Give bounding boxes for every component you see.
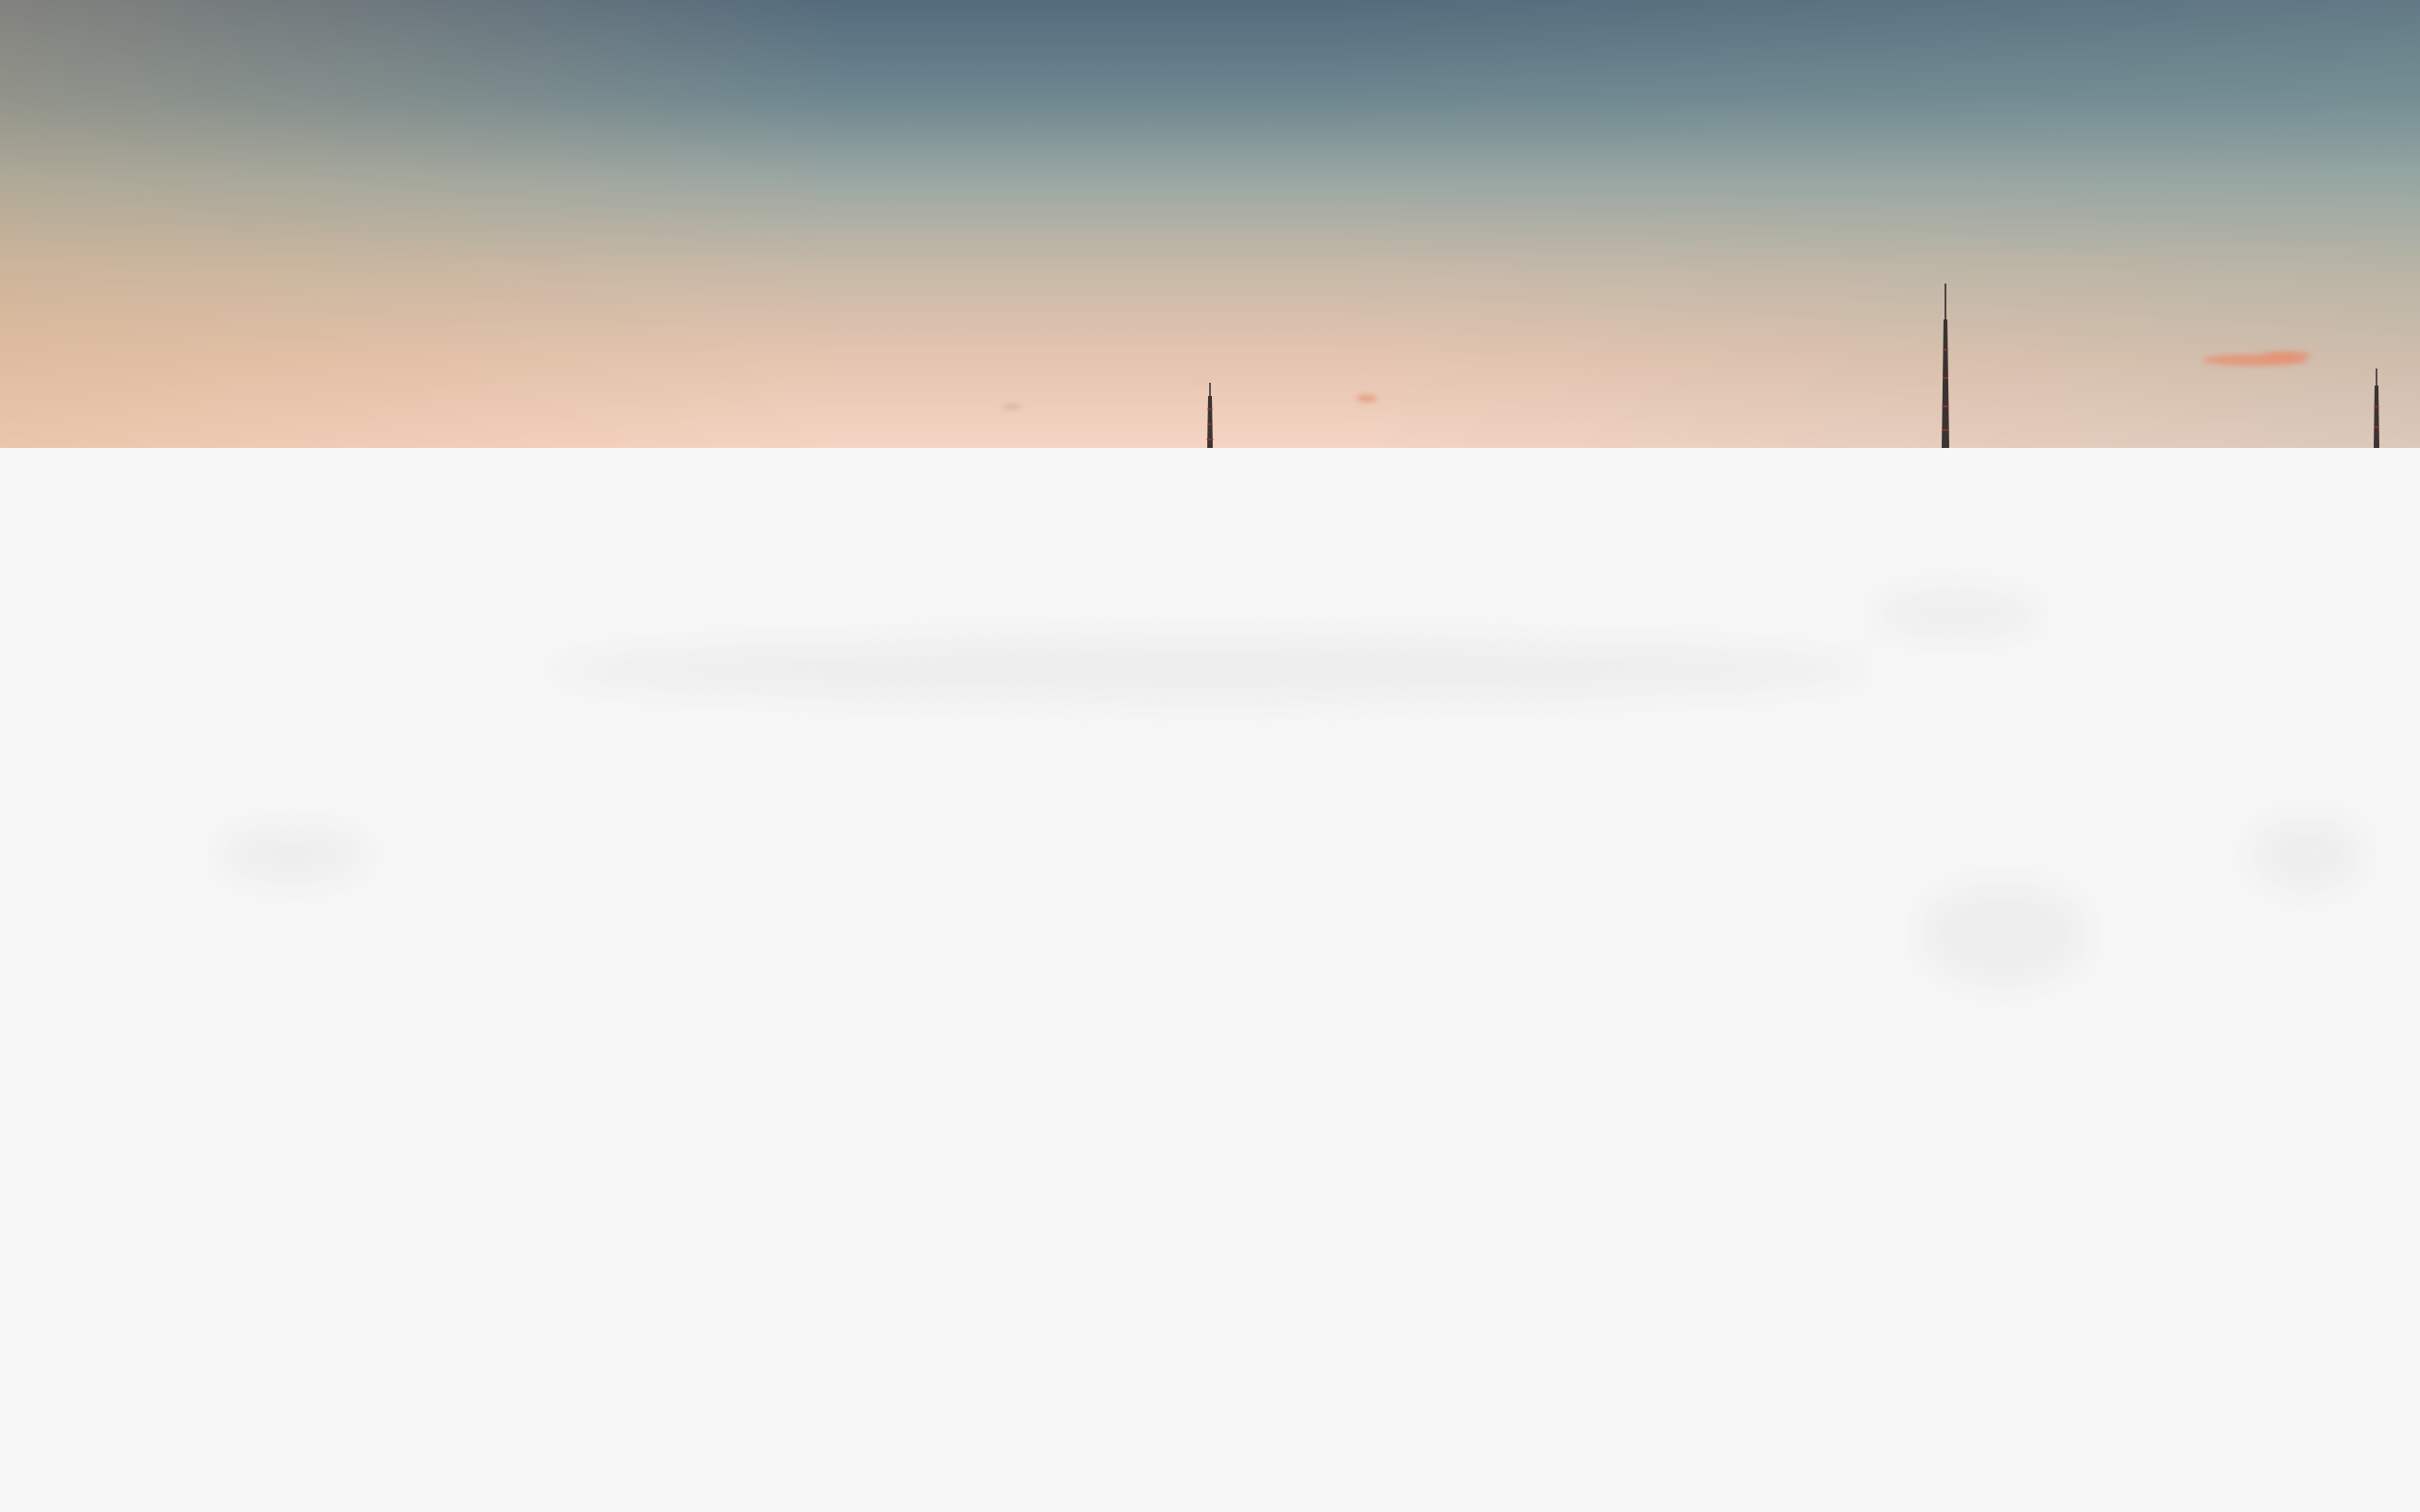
snow-drift — [1919, 883, 2089, 987]
cloud-icon — [1357, 395, 1377, 402]
radio-tower-icon — [1942, 284, 1949, 450]
snow-field — [0, 448, 2420, 1512]
snow-drift — [217, 826, 369, 883]
snow-drift — [2250, 816, 2363, 892]
cloud-icon — [2264, 352, 2311, 360]
radio-tower-icon — [2374, 369, 2379, 450]
sky-cool-tint — [0, 0, 2420, 448]
snow-drift — [548, 637, 1872, 703]
snow-drift — [1872, 590, 2042, 637]
radio-tower-icon — [1206, 383, 1214, 451]
cloud-icon — [1002, 404, 1021, 409]
desktop-wallpaper — [0, 0, 2420, 1512]
